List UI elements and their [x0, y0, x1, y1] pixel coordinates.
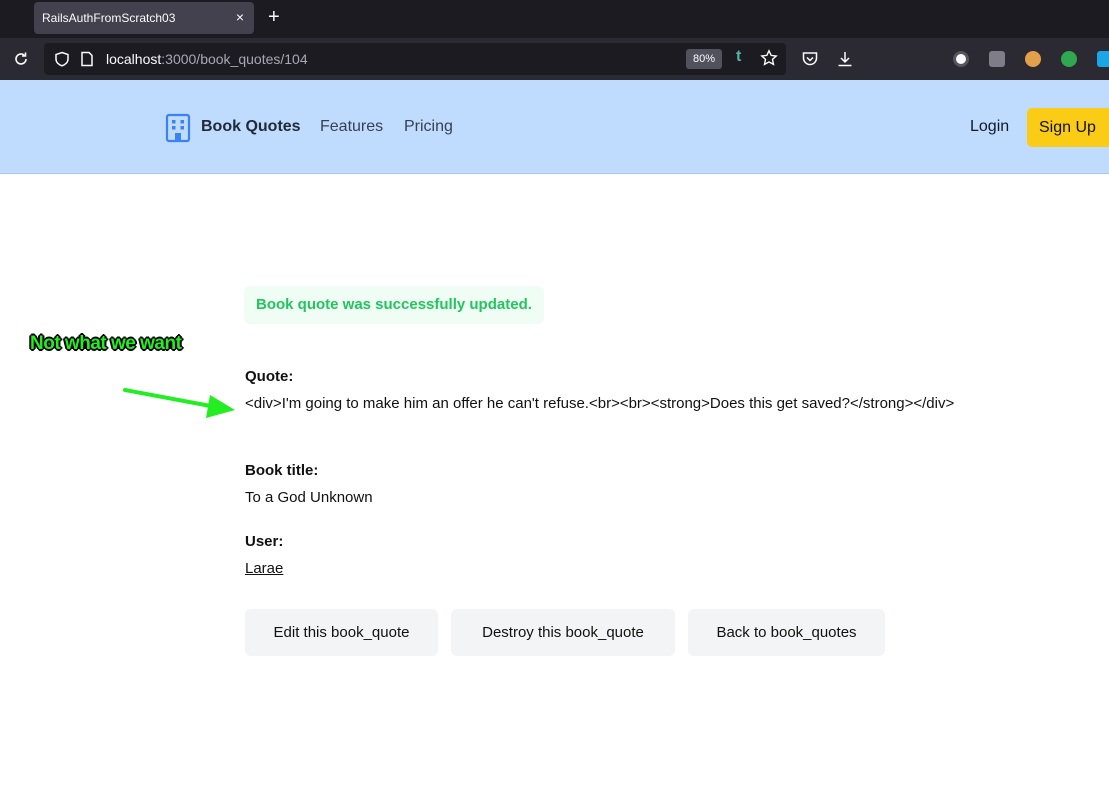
building-icon[interactable]	[164, 113, 192, 148]
quote-value: <div>I'm going to make him an offer he c…	[245, 395, 955, 412]
reload-icon[interactable]	[12, 50, 30, 73]
success-notice: Book quote was successfully updated.	[244, 286, 544, 324]
nav-link-features[interactable]: Features	[320, 118, 383, 136]
download-icon[interactable]	[836, 50, 854, 73]
url-text[interactable]: localhost:3000/book_quotes/104	[106, 51, 308, 67]
browser-toolbar: localhost:3000/book_quotes/104 80% t	[0, 38, 1109, 80]
url-path: :3000/book_quotes/104	[161, 51, 308, 67]
url-bar[interactable]: localhost:3000/book_quotes/104 80% t	[44, 43, 786, 75]
user-label: User:	[245, 533, 284, 550]
ublock-extension-icon[interactable]	[989, 51, 1005, 67]
shield-icon[interactable]	[54, 51, 70, 72]
annotation-arrow-icon	[123, 388, 235, 418]
quote-label: Quote:	[245, 368, 294, 385]
url-host: localhost	[106, 51, 162, 67]
pocket-icon[interactable]	[801, 50, 819, 73]
login-link[interactable]: Login	[970, 118, 1009, 136]
tab-title: RailsAuthFromScratch03	[42, 11, 176, 25]
browser-tab[interactable]: RailsAuthFromScratch03 ×	[34, 2, 254, 34]
annotation-label: Not what we want	[30, 333, 182, 354]
zoom-level-badge[interactable]: 80%	[686, 49, 722, 69]
info-extension-icon[interactable]	[953, 51, 969, 67]
user-link[interactable]: Larae	[245, 558, 283, 580]
extension-icon[interactable]	[1097, 51, 1109, 67]
browser-tab-bar: RailsAuthFromScratch03 × +	[0, 0, 1109, 38]
id-extension-icon[interactable]	[1061, 51, 1077, 67]
cookie-extension-icon[interactable]	[1025, 51, 1041, 67]
destroy-book-quote-button[interactable]: Destroy this book_quote	[451, 609, 675, 656]
close-tab-icon[interactable]: ×	[236, 9, 244, 25]
edit-book-quote-button[interactable]: Edit this book_quote	[245, 609, 438, 656]
book-title-value: To a God Unknown	[245, 489, 373, 506]
page-info-icon[interactable]	[80, 51, 94, 72]
site-header: Book Quotes Features Pricing Login Sign …	[0, 80, 1109, 174]
sign-up-button[interactable]: Sign Up	[1027, 108, 1109, 147]
nav-link-pricing[interactable]: Pricing	[404, 118, 453, 136]
bookmark-star-icon[interactable]	[760, 49, 778, 72]
new-tab-button[interactable]: +	[268, 6, 280, 28]
brand-name[interactable]: Book Quotes	[201, 118, 301, 136]
back-to-book-quotes-button[interactable]: Back to book_quotes	[688, 609, 885, 656]
t-extension-icon[interactable]: t	[736, 48, 741, 66]
book-title-label: Book title:	[245, 462, 319, 479]
